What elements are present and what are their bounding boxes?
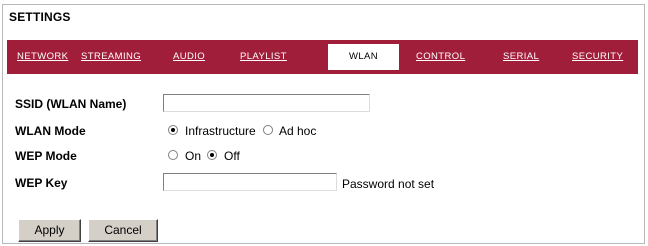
tab-serial[interactable]: SERIAL	[503, 40, 539, 74]
wep-mode-label: WEP Mode	[15, 149, 77, 163]
wep-mode-on-radio[interactable]	[168, 150, 178, 160]
wep-key-status: Password not set	[342, 177, 435, 191]
tab-streaming[interactable]: STREAMING	[81, 40, 141, 74]
wlan-mode-adhoc-radio[interactable]	[263, 125, 273, 135]
apply-button[interactable]: Apply	[18, 219, 81, 242]
tab-control[interactable]: CONTROL	[416, 40, 465, 74]
ssid-input[interactable]	[163, 94, 370, 112]
wep-key-label: WEP Key	[15, 176, 68, 190]
wep-mode-off-radio[interactable]	[207, 150, 217, 160]
wlan-mode-adhoc-label: Ad hoc	[279, 124, 317, 138]
wlan-mode-infrastructure-radio[interactable]	[168, 125, 178, 135]
wep-key-input[interactable]	[163, 173, 337, 191]
tab-playlist[interactable]: PLAYLIST	[240, 40, 287, 74]
page-title: SETTINGS	[9, 10, 71, 24]
cancel-button[interactable]: Cancel	[88, 219, 158, 242]
tab-bar: NETWORK STREAMING AUDIO PLAYLIST WLAN CO…	[7, 40, 638, 74]
tab-network[interactable]: NETWORK	[17, 40, 68, 74]
wlan-mode-label: WLAN Mode	[15, 124, 86, 138]
tab-wlan[interactable]: WLAN	[328, 44, 399, 70]
ssid-label: SSID (WLAN Name)	[15, 97, 127, 111]
tab-audio[interactable]: AUDIO	[173, 40, 205, 74]
tab-security[interactable]: SECURITY	[572, 40, 623, 74]
wlan-mode-infrastructure-label: Infrastructure	[185, 124, 256, 138]
wep-mode-on-label: On	[185, 149, 202, 163]
wep-mode-off-label: Off	[224, 149, 240, 163]
